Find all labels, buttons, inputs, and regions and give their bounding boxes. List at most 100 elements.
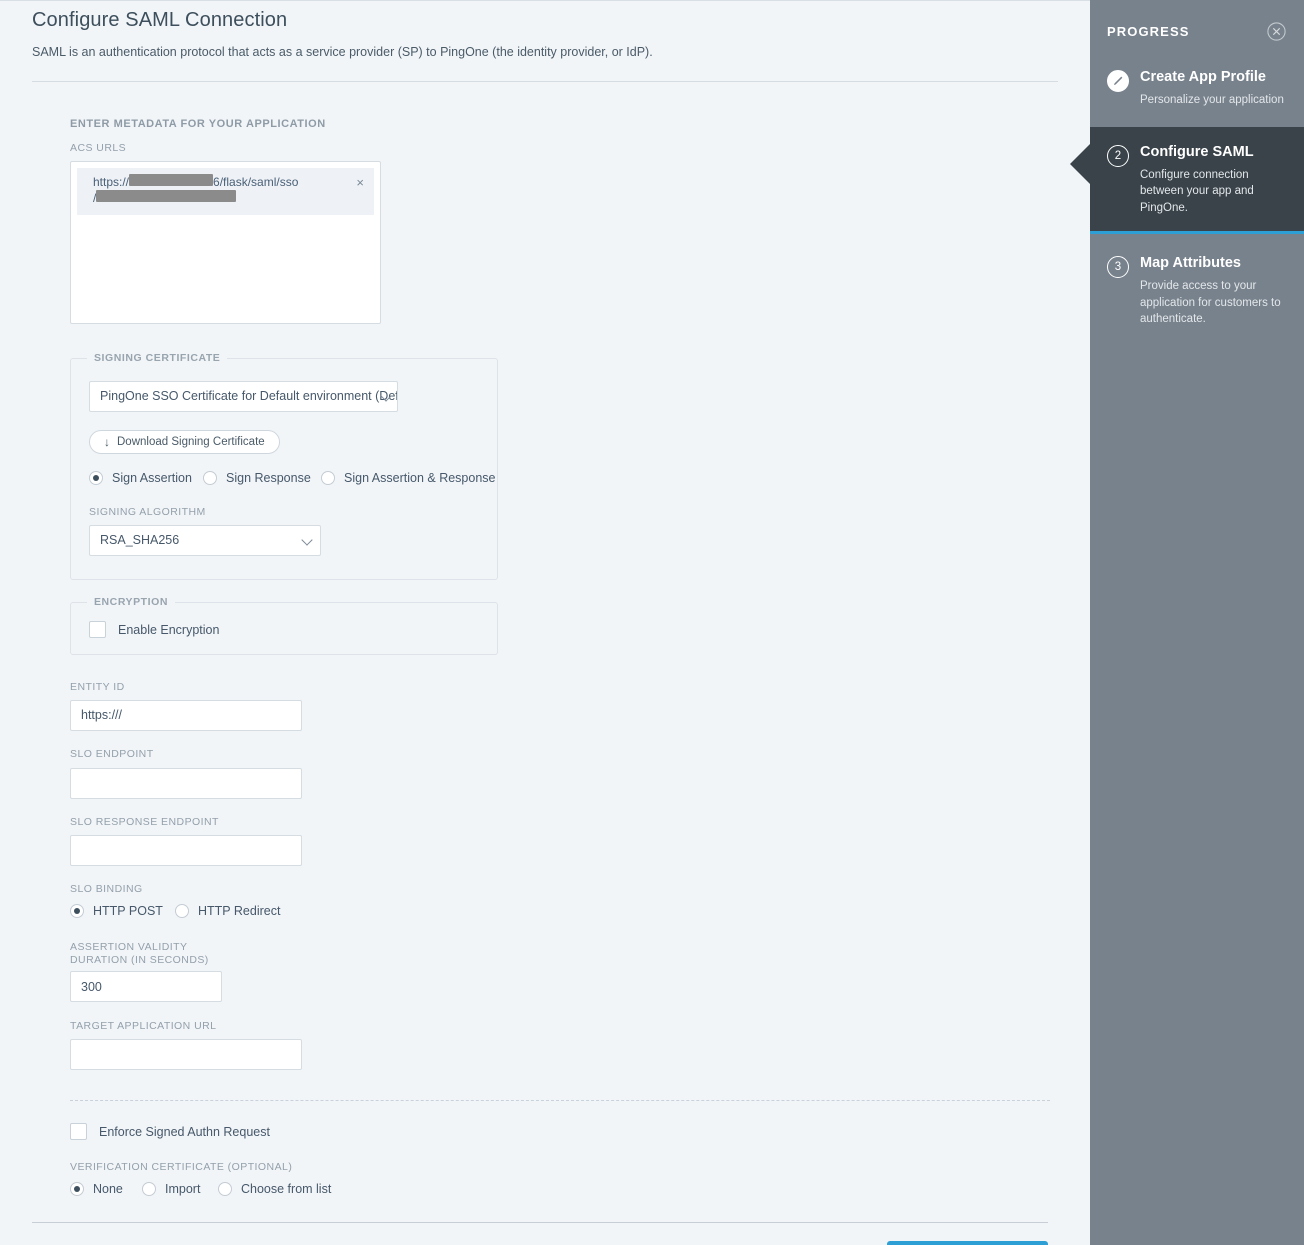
- certificate-select-value: PingOne SSO Certificate for Default envi…: [89, 381, 398, 412]
- download-signing-certificate-button[interactable]: ↓ Download Signing Certificate: [89, 430, 280, 454]
- radio-label: Import: [165, 1182, 200, 1196]
- enforce-signed-authn-label: Enforce Signed Authn Request: [99, 1125, 270, 1139]
- progress-step-configure-saml[interactable]: 2 Configure SAML Configure connection be…: [1090, 127, 1304, 234]
- step-marker: 3: [1107, 256, 1129, 327]
- acs-url-middle: 6/flask/saml/sso: [213, 175, 298, 189]
- step-marker: [1107, 70, 1129, 109]
- enable-encryption-checkbox-row[interactable]: Enable Encryption: [89, 621, 497, 638]
- entity-id-suffix: /: [119, 708, 122, 722]
- entity-id-label: ENTITY ID: [70, 669, 1058, 700]
- signing-algorithm-label: SIGNING ALGORITHM: [89, 485, 497, 525]
- enforce-signed-authn-field: Enforce Signed Authn Request: [32, 1101, 1058, 1140]
- certificate-select[interactable]: PingOne SSO Certificate for Default envi…: [89, 381, 398, 412]
- radio-label: HTTP Redirect: [198, 904, 280, 918]
- acs-urls-field: ACS URLS https://6/flask/saml/sso / ×: [32, 130, 1058, 324]
- page-header: Configure SAML Connection SAML is an aut…: [0, 1, 1090, 82]
- signing-algorithm-value: RSA_SHA256: [89, 525, 321, 556]
- step-marker: 2: [1107, 145, 1129, 216]
- radio-http-redirect[interactable]: HTTP Redirect: [175, 904, 280, 918]
- slo-response-endpoint-input[interactable]: [70, 835, 302, 866]
- save-and-continue-button[interactable]: Save and Continue: [887, 1241, 1048, 1245]
- encryption-content: Enable Encryption: [71, 603, 497, 638]
- radio-dot-icon: [203, 471, 217, 485]
- entity-id-prefix: https://: [81, 708, 119, 722]
- radio-sign-assertion[interactable]: Sign Assertion: [89, 471, 203, 485]
- page-subtitle: SAML is an authentication protocol that …: [32, 32, 1058, 59]
- progress-step-map-attributes[interactable]: 3 Map Attributes Provide access to your …: [1090, 234, 1304, 345]
- acs-url-value: https://6/flask/saml/sso /: [93, 174, 346, 206]
- radio-verification-none[interactable]: None: [70, 1182, 142, 1196]
- download-icon: ↓: [104, 436, 110, 448]
- entity-id-input[interactable]: https:///: [70, 700, 302, 731]
- target-application-url-input[interactable]: [70, 1039, 302, 1070]
- checkbox-icon: [70, 1123, 87, 1140]
- checkbox-icon: [89, 621, 106, 638]
- slo-binding-field: SLO BINDING HTTP POST HTTP Redirect: [32, 866, 1058, 918]
- radio-label: Choose from list: [241, 1182, 331, 1196]
- radio-dot-icon: [142, 1182, 156, 1196]
- radio-verification-import[interactable]: Import: [142, 1182, 218, 1196]
- radio-label: HTTP POST: [93, 904, 163, 918]
- assertion-validity-label-line2: DURATION (IN SECONDS): [70, 954, 209, 966]
- radio-label: Sign Assertion & Response: [344, 471, 495, 485]
- acs-url-chip[interactable]: https://6/flask/saml/sso / ×: [77, 168, 374, 214]
- step-number-badge: 3: [1107, 256, 1129, 278]
- signing-certificate-group: SIGNING CERTIFICATE PingOne SSO Certific…: [70, 358, 498, 580]
- step-title: Create App Profile: [1140, 69, 1284, 86]
- saml-form: ENTER METADATA FOR YOUR APPLICATION ACS …: [0, 82, 1090, 1196]
- saml-configuration-page: Configure SAML Connection SAML is an aut…: [0, 0, 1304, 1245]
- slo-response-endpoint-field: SLO RESPONSE ENDPOINT: [32, 799, 1058, 866]
- download-button-label: Download Signing Certificate: [117, 436, 265, 448]
- entity-id-field: ENTITY ID https:///: [32, 655, 1058, 731]
- radio-dot-icon: [218, 1182, 232, 1196]
- slo-endpoint-field: SLO ENDPOINT: [32, 731, 1058, 798]
- enable-encryption-label: Enable Encryption: [118, 623, 219, 637]
- target-application-url-field: TARGET APPLICATION URL: [32, 1002, 1058, 1070]
- slo-response-endpoint-label: SLO RESPONSE ENDPOINT: [70, 799, 1058, 835]
- slo-endpoint-input[interactable]: [70, 768, 302, 799]
- step-text: Configure SAML Configure connection betw…: [1140, 144, 1288, 216]
- close-circle-icon[interactable]: [1267, 22, 1286, 41]
- active-step-pointer: [1070, 143, 1091, 185]
- radio-verification-choose-from-list[interactable]: Choose from list: [218, 1182, 331, 1196]
- signing-algorithm-select[interactable]: RSA_SHA256: [89, 525, 321, 556]
- acs-url-remove-icon[interactable]: ×: [346, 174, 366, 189]
- step-description: Configure connection between your app an…: [1140, 161, 1288, 216]
- form-footer: Cancel Save and Continue: [0, 1223, 1090, 1245]
- enforce-signed-authn-checkbox-row[interactable]: Enforce Signed Authn Request: [70, 1123, 1058, 1140]
- acs-url-prefix: https://: [93, 175, 129, 189]
- slo-binding-radio-group: HTTP POST HTTP Redirect: [70, 904, 1058, 918]
- radio-dot-icon: [175, 904, 189, 918]
- radio-dot-icon: [89, 471, 103, 485]
- acs-url-redaction-1: [129, 174, 213, 186]
- radio-label: Sign Response: [226, 471, 311, 485]
- radio-sign-response[interactable]: Sign Response: [203, 471, 321, 485]
- acs-url-redaction-2: [96, 190, 236, 202]
- encryption-group: ENCRYPTION Enable Encryption: [70, 602, 498, 655]
- metadata-section-title: ENTER METADATA FOR YOUR APPLICATION: [32, 82, 1058, 130]
- radio-http-post[interactable]: HTTP POST: [70, 904, 175, 918]
- step-text: Map Attributes Provide access to your ap…: [1140, 255, 1288, 327]
- radio-label: Sign Assertion: [112, 471, 192, 485]
- signing-certificate-legend: SIGNING CERTIFICATE: [87, 352, 227, 364]
- step-description: Provide access to your application for c…: [1140, 272, 1288, 327]
- slo-binding-label: SLO BINDING: [70, 866, 1058, 898]
- slo-endpoint-label: SLO ENDPOINT: [70, 731, 1058, 767]
- encryption-legend: ENCRYPTION: [87, 596, 175, 608]
- acs-urls-list[interactable]: https://6/flask/saml/sso / ×: [70, 161, 381, 324]
- verification-certificate-field: VERIFICATION CERTIFICATE (OPTIONAL) None…: [32, 1140, 1058, 1196]
- progress-step-create-app-profile[interactable]: Create App Profile Personalize your appl…: [1090, 41, 1304, 127]
- assertion-validity-input[interactable]: [70, 971, 222, 1002]
- step-text: Create App Profile Personalize your appl…: [1140, 69, 1284, 109]
- edit-pencil-icon: [1107, 70, 1129, 92]
- radio-dot-icon: [70, 1182, 84, 1196]
- signing-certificate-content: PingOne SSO Certificate for Default envi…: [71, 359, 497, 561]
- radio-label: None: [93, 1182, 123, 1196]
- progress-sidebar: PROGRESS Create App Profile: [1090, 0, 1304, 1245]
- main-content-pane: Configure SAML Connection SAML is an aut…: [0, 0, 1090, 1245]
- radio-sign-assertion-and-response[interactable]: Sign Assertion & Response: [321, 471, 495, 485]
- assertion-validity-label-line1: ASSERTION VALIDITY: [70, 941, 187, 953]
- verification-certificate-label: VERIFICATION CERTIFICATE (OPTIONAL): [70, 1140, 1058, 1176]
- target-application-url-label: TARGET APPLICATION URL: [70, 1002, 1058, 1039]
- step-title: Map Attributes: [1140, 255, 1288, 272]
